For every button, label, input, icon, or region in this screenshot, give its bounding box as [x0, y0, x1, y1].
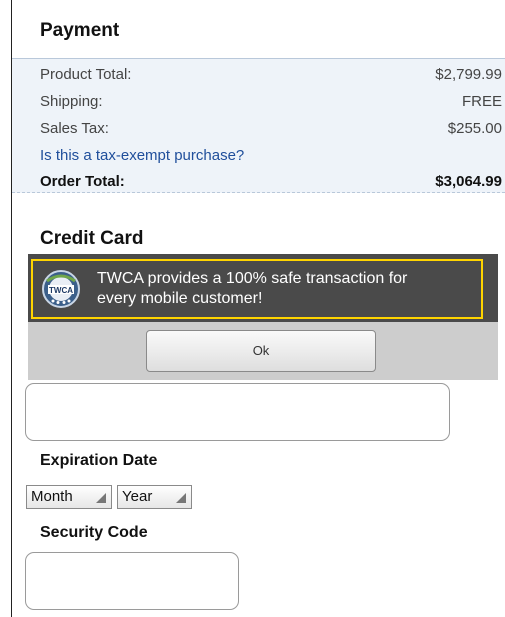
order-total-value: $3,064.99 [435, 173, 502, 190]
credit-card-title: Credit Card [40, 228, 144, 249]
security-code-label: Security Code [40, 524, 148, 541]
order-total-row: Order Total: $3,064.99 [40, 173, 502, 195]
month-select[interactable]: Month [26, 485, 112, 509]
product-total-row: Product Total: $2,799.99 [40, 66, 502, 88]
year-select-value: Year [122, 488, 153, 505]
dialog-message-line-1: TWCA provides a 100% safe transaction fo… [97, 270, 408, 287]
year-select[interactable]: Year [117, 485, 192, 509]
product-total-value: $2,799.99 [435, 66, 502, 83]
order-total-label: Order Total: [40, 173, 125, 190]
payment-title: Payment [40, 20, 120, 41]
sales-tax-row: Sales Tax: $255.00 [40, 120, 502, 142]
month-select-value: Month [31, 488, 73, 505]
ok-button[interactable]: Ok [146, 330, 376, 372]
checkout-page: Payment Product Total: $2,799.99 Shippin… [0, 0, 505, 617]
shipping-value: FREE [461, 93, 502, 110]
dialog-message-line-2: every mobile customer! [97, 290, 263, 307]
sales-tax-value: $255.00 [447, 120, 502, 137]
order-summary: Product Total: $2,799.99 Shipping: FREE … [12, 58, 505, 193]
shipping-label: Shipping: [40, 93, 103, 110]
dropdown-triangle-icon [96, 493, 106, 503]
product-total-label: Product Total: [40, 66, 132, 83]
dialog-button-bar: Ok [28, 322, 498, 380]
dialog-message: TWCA provides a 100% safe transaction fo… [97, 269, 482, 309]
dialog-message-box: TWCA TWCA provides a 100% safe transacti… [31, 259, 483, 319]
twca-seal-text: TWCA [49, 286, 73, 295]
safety-dialog: TWCA TWCA provides a 100% safe transacti… [28, 254, 498, 380]
sales-tax-label: Sales Tax: [40, 120, 109, 137]
dropdown-triangle-icon [176, 493, 186, 503]
card-number-input[interactable] [25, 383, 450, 441]
tax-exempt-link[interactable]: Is this a tax-exempt purchase? [40, 147, 244, 164]
security-code-input[interactable] [25, 552, 239, 610]
twca-seal-icon: TWCA [42, 270, 80, 308]
shipping-row: Shipping: FREE [40, 93, 502, 115]
expiration-date-label: Expiration Date [40, 452, 158, 469]
